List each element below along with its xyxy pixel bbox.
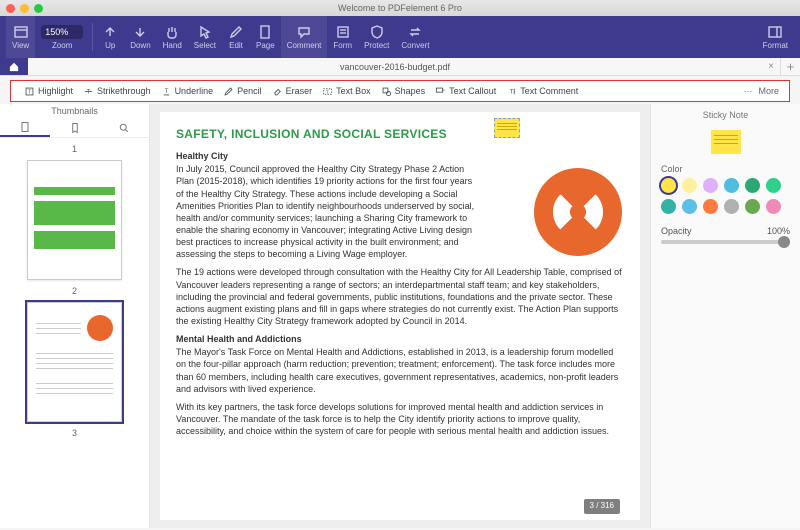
cursor-icon bbox=[197, 24, 213, 40]
color-swatch[interactable] bbox=[766, 199, 781, 214]
sticky-note-annotation[interactable] bbox=[494, 118, 520, 138]
opacity-slider[interactable] bbox=[661, 240, 790, 244]
select-button[interactable]: Select bbox=[188, 16, 222, 58]
color-swatches bbox=[661, 178, 790, 214]
doc-paragraph: The 19 actions were developed through co… bbox=[176, 266, 624, 327]
shield-icon bbox=[369, 24, 385, 40]
zoom-select[interactable]: 150% bbox=[41, 25, 83, 39]
ellipsis-icon: ⋯ bbox=[743, 86, 752, 97]
maximize-window-button[interactable] bbox=[34, 4, 43, 13]
svg-text:T: T bbox=[87, 88, 91, 95]
doc-subheading: Mental Health and Addictions bbox=[176, 333, 624, 345]
thumbnails-title: Thumbnails bbox=[0, 104, 149, 118]
doc-paragraph: With its key partners, the task force de… bbox=[176, 401, 624, 437]
color-swatch[interactable] bbox=[661, 199, 676, 214]
hands-graphic-icon bbox=[534, 168, 622, 256]
up-button[interactable]: Up bbox=[96, 16, 124, 58]
color-swatch[interactable] bbox=[682, 178, 697, 193]
color-swatch[interactable] bbox=[745, 178, 760, 193]
color-swatch[interactable] bbox=[682, 199, 697, 214]
highlight-tool[interactable]: THighlight bbox=[21, 86, 76, 97]
arrow-up-icon bbox=[102, 24, 118, 40]
color-swatch[interactable] bbox=[745, 199, 760, 214]
comment-button[interactable]: Comment bbox=[281, 16, 328, 58]
document-view[interactable]: SAFETY, INCLUSION AND SOCIAL SERVICES He… bbox=[150, 104, 650, 528]
panel-icon bbox=[767, 24, 783, 40]
shapes-tool[interactable]: Shapes bbox=[378, 86, 429, 97]
color-swatch[interactable] bbox=[724, 199, 739, 214]
new-tab-button[interactable]: + bbox=[780, 58, 800, 75]
more-tools[interactable]: ⋯More bbox=[743, 86, 779, 97]
form-button[interactable]: Form bbox=[327, 16, 358, 58]
textbox-tool[interactable]: TText Box bbox=[319, 86, 374, 97]
down-button[interactable]: Down bbox=[124, 16, 156, 58]
eraser-tool[interactable]: Eraser bbox=[269, 86, 316, 97]
page-thumbnail-2[interactable] bbox=[27, 302, 122, 422]
arrow-down-icon bbox=[132, 24, 148, 40]
doc-heading: SAFETY, INCLUSION AND SOCIAL SERVICES bbox=[176, 126, 624, 142]
svg-text:T: T bbox=[164, 87, 168, 94]
thumbnails-panel: Thumbnails 1 2 3 bbox=[0, 104, 150, 528]
view-button[interactable]: View bbox=[6, 16, 35, 58]
minimize-window-button[interactable] bbox=[20, 4, 29, 13]
doc-paragraph: In July 2015, Council approved the Healt… bbox=[176, 163, 476, 260]
color-swatch[interactable] bbox=[766, 178, 781, 193]
doc-paragraph: The Mayor's Task Force on Mental Health … bbox=[176, 346, 624, 395]
zoom-control[interactable]: 150% Zoom bbox=[35, 25, 89, 50]
window-titlebar: Welcome to PDFelement 6 Pro bbox=[0, 0, 800, 16]
file-tab[interactable]: vancouver-2016-budget.pdf bbox=[28, 58, 762, 75]
opacity-label: Opacity bbox=[661, 226, 692, 236]
traffic-lights bbox=[6, 4, 43, 13]
page-thumbnail-1[interactable] bbox=[27, 160, 122, 280]
comment-icon bbox=[296, 24, 312, 40]
document-tabbar: vancouver-2016-budget.pdf × + bbox=[0, 58, 800, 76]
hand-button[interactable]: Hand bbox=[157, 16, 188, 58]
text-comment-tool[interactable]: TText Comment bbox=[503, 86, 581, 97]
home-tab[interactable] bbox=[0, 58, 28, 75]
format-button[interactable]: Format bbox=[757, 16, 794, 58]
sticky-note-icon bbox=[711, 130, 741, 154]
edit-icon bbox=[228, 24, 244, 40]
convert-icon bbox=[407, 24, 423, 40]
format-panel: Sticky Note Color Opacity 100% bbox=[650, 104, 800, 528]
doc-subheading: Healthy City bbox=[176, 150, 624, 162]
color-swatch[interactable] bbox=[661, 178, 676, 193]
strikethrough-tool[interactable]: TStrikethrough bbox=[80, 86, 154, 97]
close-window-button[interactable] bbox=[6, 4, 15, 13]
page-indicator: 3 / 316 bbox=[584, 499, 620, 514]
underline-tool[interactable]: TUnderline bbox=[158, 86, 217, 97]
page-icon bbox=[257, 24, 273, 40]
text-callout-tool[interactable]: Text Callout bbox=[432, 86, 499, 97]
pencil-tool[interactable]: Pencil bbox=[220, 86, 265, 97]
pdf-page: SAFETY, INCLUSION AND SOCIAL SERVICES He… bbox=[160, 112, 640, 520]
color-label: Color bbox=[661, 164, 790, 174]
hand-icon bbox=[164, 24, 180, 40]
svg-text:T: T bbox=[326, 89, 329, 95]
page-button[interactable]: Page bbox=[250, 16, 281, 58]
svg-text:T: T bbox=[510, 88, 514, 95]
color-swatch[interactable] bbox=[703, 199, 718, 214]
protect-button[interactable]: Protect bbox=[358, 16, 395, 58]
thumbnails-tab[interactable] bbox=[0, 118, 50, 137]
panel-title: Sticky Note bbox=[661, 110, 790, 120]
opacity-value: 100% bbox=[767, 226, 790, 236]
convert-button[interactable]: Convert bbox=[395, 16, 435, 58]
window-title: Welcome to PDFelement 6 Pro bbox=[338, 3, 462, 13]
comment-sub-toolbar: THighlight TStrikethrough TUnderline Pen… bbox=[10, 80, 790, 102]
main-toolbar: View 150% Zoom Up Down Hand Select Edit … bbox=[0, 16, 800, 58]
close-tab-button[interactable]: × bbox=[762, 58, 780, 75]
form-icon bbox=[335, 24, 351, 40]
color-swatch[interactable] bbox=[703, 178, 718, 193]
view-icon bbox=[13, 24, 29, 40]
edit-button[interactable]: Edit bbox=[222, 16, 250, 58]
color-swatch[interactable] bbox=[724, 178, 739, 193]
search-tab[interactable] bbox=[99, 118, 149, 137]
bookmarks-tab[interactable] bbox=[50, 118, 100, 137]
